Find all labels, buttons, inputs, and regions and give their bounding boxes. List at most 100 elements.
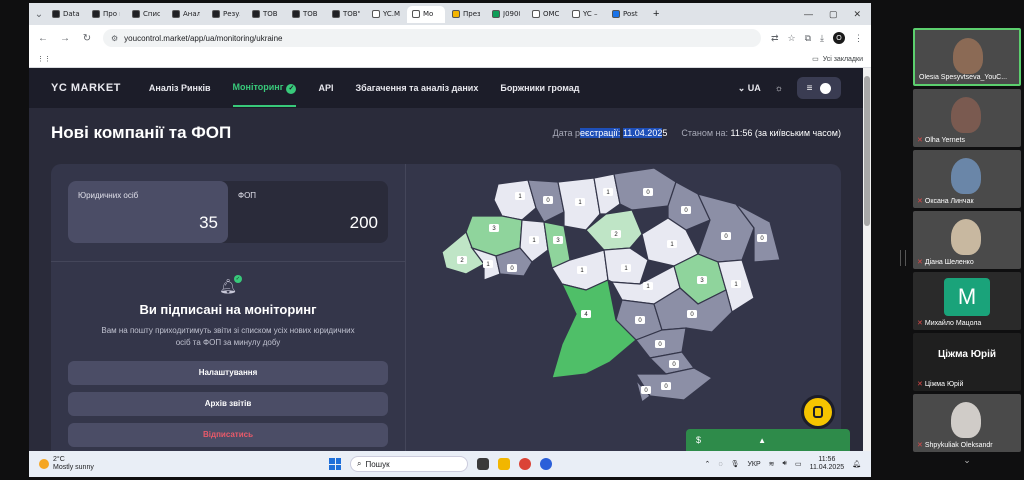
browser-tab[interactable]: ТОВ " — [247, 6, 285, 23]
participant-name: ✕ Діана Шеленко — [917, 258, 1019, 267]
microphone-icon[interactable]: 🎙︎ — [731, 460, 740, 468]
chat-bar[interactable]: $ ▲ — [686, 429, 850, 451]
taskbar-search[interactable]: ⌕ Пошук — [350, 456, 468, 472]
chevron-down-icon: ⌄ — [737, 82, 748, 93]
chat-tray-icon[interactable]: ◌ — [718, 461, 722, 468]
logo[interactable]: YC MARKET — [51, 82, 121, 94]
close-icon[interactable]: ✕ — [853, 9, 861, 20]
page-scrollbar[interactable] — [863, 68, 871, 451]
participant-tile[interactable]: ✕ Оксана Линчак — [913, 150, 1021, 208]
nav-enrichment[interactable]: Збагачення та аналіз даних — [356, 83, 479, 93]
sun-icon — [39, 459, 49, 469]
tab-label: YC – к — [583, 10, 600, 18]
taskbar-center: ⌕ Пошук — [329, 456, 552, 472]
nav-market-analysis[interactable]: Аналіз Ринків — [149, 83, 211, 93]
apps-grid-icon[interactable]: ⋮⋮ — [37, 55, 51, 63]
tab-bar: ⌄ Data.gc Про н Списо Аналі Резул ТОВ " ТОВ " Т… — [29, 3, 871, 25]
translate-icon[interactable]: ⇄ — [771, 33, 779, 44]
participant-tile[interactable]: Olesia Spesyvtseva_YouC... — [913, 28, 1021, 86]
user-menu-button[interactable]: ≡ — [797, 77, 841, 99]
support-chat-fab[interactable] — [801, 395, 835, 429]
browser-tab[interactable]: Mo — [407, 5, 445, 23]
top-navigation: YC MARKET Аналіз Ринків Моніторинг ✓ API … — [29, 68, 863, 108]
tab-label: ТОВ " — [303, 10, 320, 18]
browser-tab[interactable]: Data.gc — [47, 6, 85, 23]
weather-widget[interactable]: 2°C Mostly sunny — [39, 456, 94, 471]
browser-tab[interactable]: Post A — [607, 6, 645, 23]
chevron-up-icon[interactable]: ▲ — [758, 436, 766, 445]
scroll-thumb[interactable] — [864, 76, 870, 226]
language-indicator[interactable]: УКР — [747, 461, 760, 468]
browser-tab[interactable]: YC.Ma — [367, 6, 405, 23]
volume-icon[interactable]: 🔊︎ — [783, 460, 787, 468]
task-view-icon[interactable] — [477, 458, 489, 470]
browser-tab[interactable]: Презе — [447, 6, 485, 23]
nav-api[interactable]: API — [318, 83, 333, 93]
download-icon[interactable]: ⤓ — [820, 33, 824, 44]
more-participants-chevron-icon[interactable]: ⌄ — [913, 455, 1021, 466]
archive-button[interactable]: Архів звітів — [68, 392, 388, 416]
as-of-time: Станом на: 11:56 (за київським часом) — [681, 128, 841, 138]
zoom-app-icon[interactable] — [540, 458, 552, 470]
maximize-icon[interactable]: ▢ — [829, 9, 838, 20]
map-region-kharkiv[interactable] — [696, 193, 755, 263]
settings-button[interactable]: Налаштування — [68, 361, 388, 385]
participant-name: Olesia Spesyvtseva_YouC... — [919, 74, 1017, 81]
participant-tile[interactable]: ✕ Діана Шеленко — [913, 211, 1021, 269]
browser-tab[interactable]: Аналі — [167, 6, 205, 23]
wifi-icon[interactable]: ≋ — [769, 460, 775, 468]
browser-tab[interactable]: Про н — [87, 6, 125, 23]
url-text: youcontrol.market/app/ua/monitoring/ukra… — [124, 33, 283, 43]
tab-label: ОМС — [543, 10, 560, 18]
back-icon[interactable]: ← — [37, 33, 49, 44]
profile-avatar[interactable]: O — [833, 32, 845, 44]
legal-entities-tab[interactable]: Юридичних осіб 35 — [68, 181, 228, 243]
battery-icon[interactable]: ▭ — [795, 460, 802, 468]
subscription-block: 🔔︎ ✓ Ви підписані на моніторинг Вам на по… — [51, 262, 405, 349]
chrome-icon[interactable] — [519, 458, 531, 470]
language-selector[interactable]: ⌄ UA — [738, 83, 761, 94]
reload-icon[interactable]: ↻ — [81, 33, 93, 44]
fop-tab[interactable]: ФОП 200 — [228, 181, 388, 243]
participant-avatar: M — [944, 278, 990, 316]
browser-tab[interactable]: Списо — [127, 6, 165, 23]
all-bookmarks-button[interactable]: ▭ Усі закладки — [812, 55, 863, 64]
page-header: Нові компанії та ФОП Дата реєстрації: 11… — [51, 123, 841, 143]
new-tab-button[interactable]: + — [647, 8, 665, 20]
site-info-icon[interactable]: ⚙ — [111, 34, 118, 43]
file-explorer-icon[interactable] — [498, 458, 510, 470]
as-of-label: Станом на: — [681, 128, 729, 138]
participant-name: ✕ Ціжма Юрій — [917, 380, 1019, 389]
browser-tab[interactable]: ОМС — [527, 6, 565, 23]
unsubscribe-button[interactable]: Відписатись — [68, 423, 388, 447]
stats-switch: Юридичних осіб 35 ФОП 200 — [68, 181, 388, 243]
hamburger-icon: ≡ — [806, 82, 813, 94]
browser-tab[interactable]: ТОВ" — [327, 6, 365, 23]
panel-resize-handle[interactable] — [900, 250, 906, 266]
browser-tab[interactable]: Резул — [207, 6, 245, 23]
nav-monitoring[interactable]: Моніторинг ✓ — [232, 70, 297, 107]
mic-muted-icon: ✕ — [917, 442, 923, 449]
url-field[interactable]: ⚙ youcontrol.market/app/ua/monitoring/uk… — [103, 29, 761, 47]
tab-favicon-icon — [412, 10, 420, 18]
forward-icon[interactable]: → — [59, 33, 71, 44]
participant-tile[interactable]: ✕ Shpykuliak Oleksandr — [913, 394, 1021, 452]
browser-tab[interactable]: J0900 — [487, 6, 525, 23]
browser-tab[interactable]: ТОВ " — [287, 6, 325, 23]
notifications-icon[interactable]: 🔔︎ — [852, 460, 861, 468]
participant-tile[interactable]: Ціжма Юрій ✕ Ціжма Юрій — [913, 333, 1021, 391]
clock[interactable]: 11:56 11.04.2025 — [810, 456, 845, 473]
theme-sun-icon[interactable]: ☼ — [775, 83, 783, 93]
participant-tile[interactable]: ✕ Olha Yernets — [913, 89, 1021, 147]
tab-favicon-icon — [372, 10, 380, 18]
chevron-up-tray-icon[interactable]: ⌃ — [705, 460, 711, 468]
browser-menu-icon[interactable]: ⋮ — [854, 33, 863, 44]
browser-tab[interactable]: YC – к — [567, 6, 605, 23]
extensions-icon[interactable]: ⧉ — [805, 33, 811, 44]
windows-start-icon[interactable] — [329, 458, 341, 470]
participant-tile[interactable]: M ✕ Михайло Мацола — [913, 272, 1021, 330]
tab-search-icon[interactable]: ⌄ — [33, 9, 45, 20]
nav-debtors[interactable]: Боржники громад — [500, 83, 579, 93]
minimize-icon[interactable]: — — [804, 9, 813, 20]
bookmark-star-icon[interactable]: ☆ — [788, 33, 796, 44]
